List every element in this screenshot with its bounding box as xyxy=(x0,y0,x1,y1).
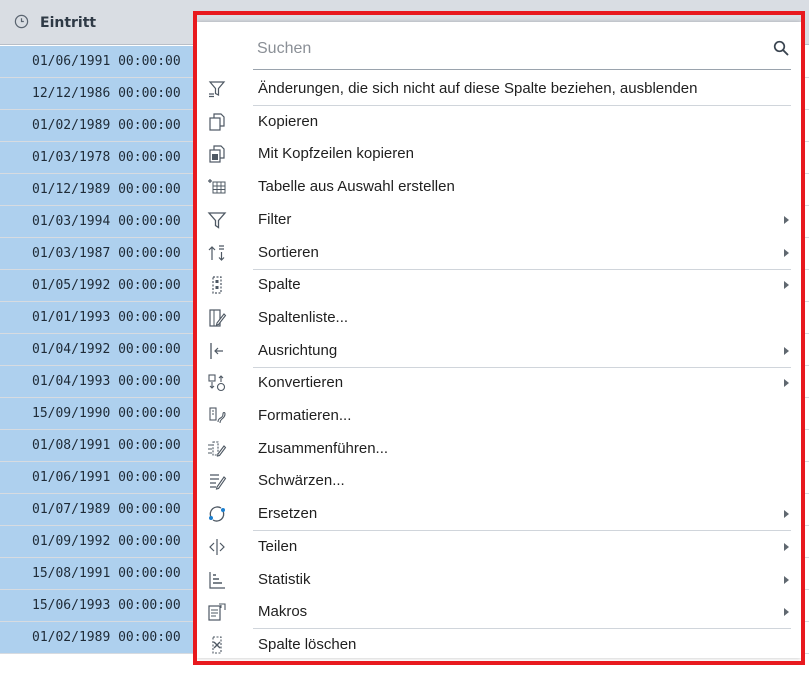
merge-icon xyxy=(208,441,227,457)
cell-eintritt[interactable]: 01/08/1991 00:00:00 xyxy=(0,430,208,461)
menu-item-teilen[interactable]: Teilen xyxy=(197,531,801,563)
cell-eintritt[interactable]: 15/08/1991 00:00:00 xyxy=(0,558,208,589)
menu-item-label: Filter xyxy=(258,211,292,228)
cell-eintritt[interactable]: 01/03/1994 00:00:00 xyxy=(0,206,208,237)
submenu-arrow-icon xyxy=(784,281,789,289)
menu-search-box xyxy=(253,28,791,70)
cell-eintritt[interactable]: 01/06/1991 00:00:00 xyxy=(0,462,208,493)
convert-icon xyxy=(208,374,226,392)
submenu-arrow-icon xyxy=(784,510,789,518)
context-menu: Änderungen, die sich nicht auf diese Spa… xyxy=(197,22,801,658)
search-icon[interactable] xyxy=(773,40,789,56)
create-table-icon xyxy=(208,179,226,194)
format-icon xyxy=(209,407,226,424)
cell-eintritt[interactable]: 01/05/1992 00:00:00 xyxy=(0,270,208,301)
cell-eintritt[interactable]: 01/02/1989 00:00:00 xyxy=(0,110,208,141)
search-input[interactable] xyxy=(255,36,739,62)
menu-item-konvertieren[interactable]: Konvertieren xyxy=(197,367,801,399)
menu-item-kopieren[interactable]: Kopieren xyxy=(197,106,801,138)
menu-item-ausrichtung[interactable]: Ausrichtung xyxy=(197,335,801,367)
menu-item-label: Änderungen, die sich nicht auf diese Spa… xyxy=(258,80,698,97)
menu-item-label: Schwärzen... xyxy=(258,472,345,489)
menu-item-filter[interactable]: Filter xyxy=(197,204,801,236)
replace-icon xyxy=(209,506,225,522)
filter-icon xyxy=(207,212,227,229)
align-icon xyxy=(210,343,223,359)
delete-column-icon xyxy=(212,636,222,654)
statistics-icon xyxy=(209,572,225,589)
menu-item-label: Zusammenführen... xyxy=(258,440,389,457)
cell-eintritt[interactable]: 01/09/1992 00:00:00 xyxy=(0,526,208,557)
submenu-arrow-icon xyxy=(784,249,789,257)
submenu-arrow-icon xyxy=(784,576,789,584)
submenu-arrow-icon xyxy=(784,608,789,616)
menu-item-label: Teilen xyxy=(258,538,298,555)
menu-item-label: Spalte löschen xyxy=(258,636,357,653)
cell-eintritt[interactable]: 01/02/1989 00:00:00 xyxy=(0,622,208,653)
cell-eintritt[interactable]: 01/03/1987 00:00:00 xyxy=(0,238,208,269)
cell-eintritt[interactable]: 15/06/1993 00:00:00 xyxy=(0,590,208,621)
clock-icon xyxy=(14,14,29,29)
column-header-eintritt[interactable]: Eintritt xyxy=(40,0,96,45)
menu-item-tabelle-aus-auswahl[interactable]: Tabelle aus Auswahl erstellen xyxy=(197,171,801,203)
cell-eintritt[interactable]: 01/12/1989 00:00:00 xyxy=(0,174,208,205)
menu-item-zusammenführen[interactable]: Zusammenführen... xyxy=(197,433,801,465)
cell-eintritt[interactable]: 01/04/1992 00:00:00 xyxy=(0,334,208,365)
menu-item-spaltenliste[interactable]: Spaltenliste... xyxy=(197,302,801,334)
submenu-arrow-icon xyxy=(784,347,789,355)
menu-item-label: Spalte xyxy=(258,276,301,293)
menu-item-label: Tabelle aus Auswahl erstellen xyxy=(258,178,455,195)
menu-item-makros[interactable]: Makros xyxy=(197,596,801,628)
menu-item-label: Konvertieren xyxy=(258,374,344,391)
cell-eintritt[interactable]: 01/01/1993 00:00:00 xyxy=(0,302,208,333)
submenu-arrow-icon xyxy=(784,379,789,387)
sort-icon xyxy=(208,245,225,261)
menu-item-label: Spaltenliste... xyxy=(258,309,349,326)
macros-icon xyxy=(208,603,226,621)
menu-item-mit-kopfzeilen-kopieren[interactable]: Mit Kopfzeilen kopieren xyxy=(197,138,801,170)
column-list-icon xyxy=(209,309,227,327)
menu-item-schwärzen[interactable]: Schwärzen... xyxy=(197,465,801,497)
copy-icon xyxy=(209,113,225,131)
copy-with-headers-icon xyxy=(209,145,225,163)
redact-icon xyxy=(210,474,227,490)
cell-eintritt[interactable]: 12/12/1986 00:00:00 xyxy=(0,78,208,109)
submenu-arrow-icon xyxy=(784,543,789,551)
filter-hide-icon xyxy=(208,81,226,98)
menu-item-änderungen-die-sich[interactable]: Änderungen, die sich nicht auf diese Spa… xyxy=(197,73,801,105)
menu-item-label: Ersetzen xyxy=(258,505,318,522)
split-icon xyxy=(209,539,225,555)
menu-item-spalte[interactable]: Spalte xyxy=(197,269,801,301)
menu-item-ersetzen[interactable]: Ersetzen xyxy=(197,498,801,530)
menu-item-label: Sortieren xyxy=(258,244,319,261)
menu-item-statistik[interactable]: Statistik xyxy=(197,564,801,596)
column-icon xyxy=(212,276,222,294)
cell-eintritt[interactable]: 01/03/1978 00:00:00 xyxy=(0,142,208,173)
menu-item-label: Ausrichtung xyxy=(258,342,338,359)
menu-item-sortieren[interactable]: Sortieren xyxy=(197,237,801,269)
menu-item-label: Formatieren... xyxy=(258,407,352,424)
menu-item-label: Statistik xyxy=(258,571,311,588)
cell-eintritt[interactable]: 01/07/1989 00:00:00 xyxy=(0,494,208,525)
menu-item-label: Mit Kopfzeilen kopieren xyxy=(258,145,414,162)
menu-item-formatieren[interactable]: Formatieren... xyxy=(197,400,801,432)
cell-eintritt[interactable]: 01/06/1991 00:00:00 xyxy=(0,46,208,77)
menu-item-spalte-löschen[interactable]: Spalte löschen xyxy=(197,629,801,661)
menu-item-label: Makros xyxy=(258,603,308,620)
cell-eintritt[interactable]: 15/09/1990 00:00:00 xyxy=(0,398,208,429)
submenu-arrow-icon xyxy=(784,216,789,224)
menu-item-label: Kopieren xyxy=(258,113,319,130)
cell-eintritt[interactable]: 01/04/1993 00:00:00 xyxy=(0,366,208,397)
